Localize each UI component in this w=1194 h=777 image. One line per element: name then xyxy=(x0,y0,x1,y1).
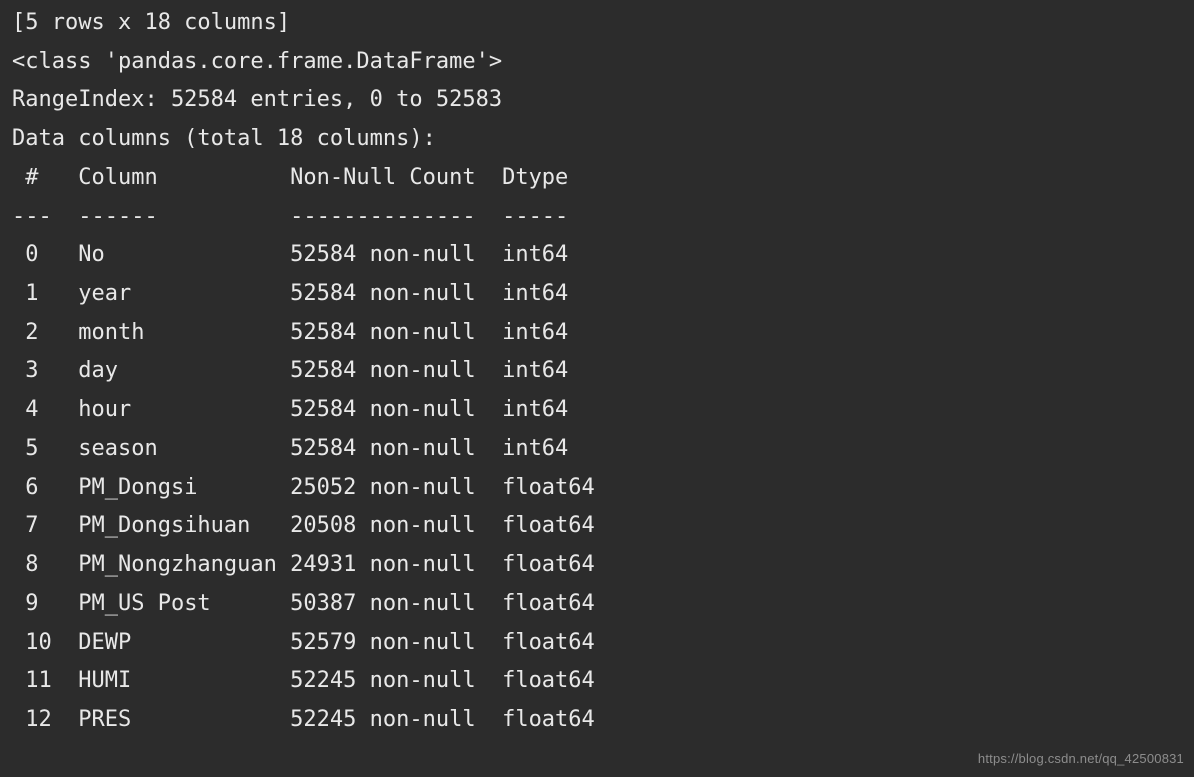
header-column: Column xyxy=(65,165,277,190)
divider-column: ------ xyxy=(65,204,277,229)
row-dtype: float64 xyxy=(489,475,595,500)
row-index: 12 xyxy=(12,707,65,732)
row-index: 0 xyxy=(12,242,65,267)
row-dtype: int64 xyxy=(489,436,595,461)
header-index: # xyxy=(12,165,65,190)
row-index: 1 xyxy=(12,281,65,306)
row-column: hour xyxy=(65,397,277,422)
row-index: 11 xyxy=(12,668,65,693)
row-index: 5 xyxy=(12,436,65,461)
row-dtype: int64 xyxy=(489,320,595,345)
row-dtype: float64 xyxy=(489,707,595,732)
row-column: PM_Nongzhanguan xyxy=(65,552,277,577)
row-index: 7 xyxy=(12,513,65,538)
row-index: 9 xyxy=(12,591,65,616)
df-rangeindex-line: RangeIndex: 52584 entries, 0 to 52583 xyxy=(12,87,502,112)
row-column: DEWP xyxy=(65,630,277,655)
row-index: 2 xyxy=(12,320,65,345)
df-datacols-line: Data columns (total 18 columns): xyxy=(12,126,436,151)
row-index: 3 xyxy=(12,358,65,383)
row-column: No xyxy=(65,242,277,267)
row-dtype: float64 xyxy=(489,668,595,693)
row-nonnull: 52584 non-null xyxy=(277,358,489,383)
terminal-output: [5 rows x 18 columns] <class 'pandas.cor… xyxy=(0,0,1194,740)
row-nonnull: 52245 non-null xyxy=(277,668,489,693)
df-shape-line: [5 rows x 18 columns] xyxy=(12,10,290,35)
row-column: month xyxy=(65,320,277,345)
row-index: 8 xyxy=(12,552,65,577)
row-column: PRES xyxy=(65,707,277,732)
row-dtype: int64 xyxy=(489,281,595,306)
row-nonnull: 52584 non-null xyxy=(277,242,489,267)
row-column: PM_US Post xyxy=(65,591,277,616)
row-dtype: int64 xyxy=(489,242,595,267)
divider-nonnull: -------------- xyxy=(277,204,489,229)
row-nonnull: 52584 non-null xyxy=(277,436,489,461)
header-dtype: Dtype xyxy=(489,165,595,190)
row-index: 6 xyxy=(12,475,65,500)
row-nonnull: 50387 non-null xyxy=(277,591,489,616)
row-column: PM_Dongsihuan xyxy=(65,513,277,538)
row-column: year xyxy=(65,281,277,306)
row-dtype: int64 xyxy=(489,358,595,383)
divider-dtype: ----- xyxy=(489,204,595,229)
row-nonnull: 20508 non-null xyxy=(277,513,489,538)
row-nonnull: 52584 non-null xyxy=(277,320,489,345)
row-dtype: float64 xyxy=(489,630,595,655)
row-nonnull: 52584 non-null xyxy=(277,281,489,306)
row-dtype: int64 xyxy=(489,397,595,422)
row-index: 10 xyxy=(12,630,65,655)
row-column: season xyxy=(65,436,277,461)
df-class-line: <class 'pandas.core.frame.DataFrame'> xyxy=(12,49,502,74)
header-nonnull: Non-Null Count xyxy=(277,165,489,190)
row-nonnull: 25052 non-null xyxy=(277,475,489,500)
row-nonnull: 52245 non-null xyxy=(277,707,489,732)
row-index: 4 xyxy=(12,397,65,422)
row-column: HUMI xyxy=(65,668,277,693)
row-nonnull: 52579 non-null xyxy=(277,630,489,655)
watermark-text: https://blog.csdn.net/qq_42500831 xyxy=(978,748,1184,771)
row-column: PM_Dongsi xyxy=(65,475,277,500)
row-dtype: float64 xyxy=(489,552,595,577)
row-nonnull: 52584 non-null xyxy=(277,397,489,422)
row-nonnull: 24931 non-null xyxy=(277,552,489,577)
divider-index: --- xyxy=(12,204,65,229)
row-column: day xyxy=(65,358,277,383)
row-dtype: float64 xyxy=(489,513,595,538)
row-dtype: float64 xyxy=(489,591,595,616)
